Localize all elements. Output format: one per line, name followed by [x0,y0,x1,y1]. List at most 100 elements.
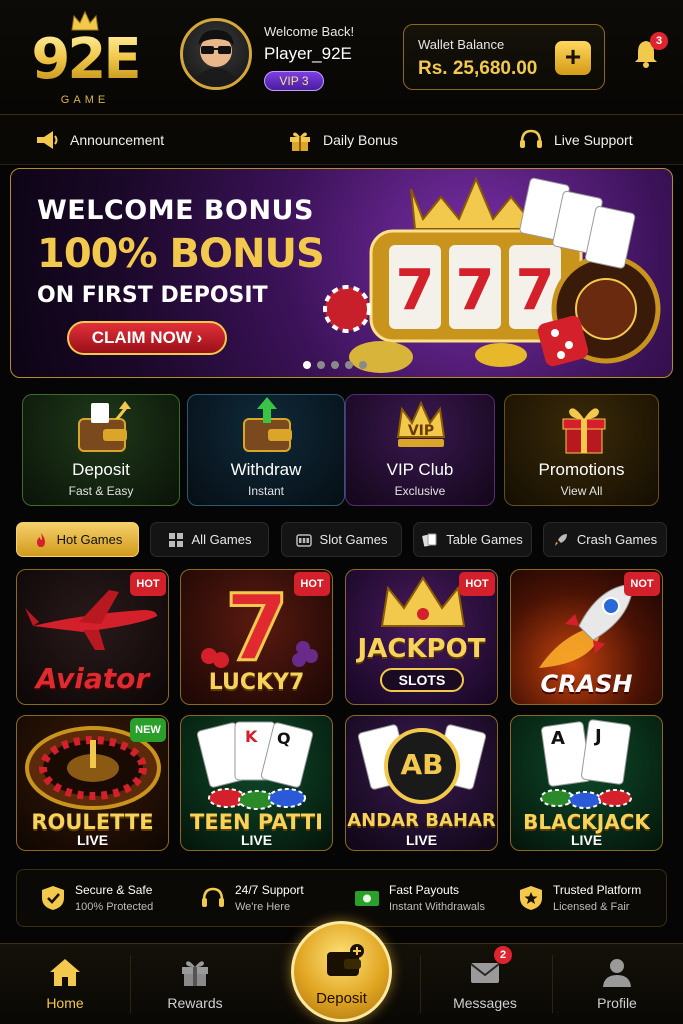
hot-badge: HOT [294,572,330,596]
game-tile-lucky7[interactable]: 7 LUCKY7 HOT [180,569,333,705]
banner-bonus: 100% BONUS [37,231,325,277]
logo-subtitle: GAME [60,94,110,106]
new-badge: NEW [130,718,166,742]
tab-all-games[interactable]: All Games [150,522,269,557]
nav-divider [552,955,553,1013]
wallet-label: Wallet Balance [418,37,505,52]
cash-icon [355,891,379,906]
avatar[interactable] [180,18,252,90]
nav-label: Messages [453,995,517,1011]
tab-label: All Games [191,532,252,547]
tab-label: Slot Games [319,532,388,547]
promotions-title: Promotions [538,460,625,479]
game-name: CRASH [540,670,633,698]
tab-crash-games[interactable]: Crash Games [543,522,667,557]
trust-title: Trusted Platform [553,883,642,897]
game-name: TEEN PATTI [190,810,323,834]
deposit-card[interactable]: Deposit Fast & Easy [22,394,180,506]
claim-now-button[interactable]: CLAIM NOW › [67,321,227,355]
svg-text:Q: Q [277,729,291,748]
vip-club-card[interactable]: VIP VIP Club Exclusive [345,394,495,506]
trust-title: Fast Payouts [389,883,460,897]
support-headset-icon [202,887,224,907]
welcome-text: Welcome Back! [264,24,355,39]
nav-label: Home [46,995,84,1011]
brand-logo[interactable]: 92E GAME [24,8,146,108]
trust-title: Secure & Safe [75,883,153,897]
rocket-icon [554,533,567,546]
trust-subtitle: 100% Protected [75,901,154,913]
nav-profile[interactable]: Profile [552,944,682,1024]
tab-table-games[interactable]: Table Games [413,522,532,557]
airplane-icon [25,590,157,650]
jackpot-crown-icon [380,576,466,627]
daily-bonus-link[interactable]: Daily Bonus [287,115,398,165]
banner-heading: WELCOME BONUS [37,195,314,226]
tab-hot-games[interactable]: Hot Games [16,522,139,557]
nav-messages[interactable]: Messages [420,944,550,1024]
deposit-fab-button[interactable]: Deposit [291,921,392,1022]
game-tile-blackjack[interactable]: A J BLACKJACK LIVE [510,715,663,851]
pagination-dot[interactable] [359,361,367,369]
blackjack-cards-icon: A J [540,719,632,809]
live-label: LIVE [240,832,273,848]
game-badge-text: AB [400,748,444,781]
nav-label: Profile [597,995,637,1011]
game-tile-andar-bahar[interactable]: AB ANDAR BAHAR LIVE [345,715,498,851]
live-label: LIVE [570,832,603,848]
pagination-dot[interactable] [317,361,325,369]
promotions-card[interactable]: Promotions View All [504,394,659,506]
deposit-wallet-icon [327,944,364,976]
svg-text:VIP: VIP [408,423,434,439]
pagination-dot[interactable] [303,361,311,369]
hot-badge: HOT [459,572,495,596]
svg-text:7: 7 [225,578,289,670]
tab-slot-games[interactable]: Slot Games [281,522,402,557]
announcement-label: Announcement [70,132,165,148]
banner-pagination [303,361,367,369]
daily-bonus-label: Daily Bonus [323,132,398,148]
svg-text:J: J [593,726,602,747]
announcement-link[interactable]: Announcement [34,115,164,165]
pagination-dot[interactable] [331,361,339,369]
profile-icon [603,959,631,987]
withdraw-card[interactable]: Withdraw Instant [187,394,345,506]
megaphone-icon [37,131,58,149]
vip-club-subtitle: Exclusive [394,484,446,498]
game-tile-teen-patti[interactable]: K Q TEEN PATTI LIVE [180,715,333,851]
game-tile-jackpot-slots[interactable]: JACKPOT SLOTS HOT [345,569,498,705]
shield-icon [42,886,64,910]
game-tile-roulette[interactable]: ROULETTE LIVE NEW [16,715,169,851]
trust-strip: Secure & Safe 100% Protected 24/7 Suppor… [16,869,667,927]
game-tile-aviator[interactable]: Aviator HOT [16,569,169,705]
game-name: JACKPOT [357,634,486,664]
deposit-title: Deposit [72,460,130,479]
withdraw-subtitle: Instant [247,484,285,498]
vip-crown-icon: VIP [396,400,446,447]
vip-badge[interactable]: VIP 3 [264,71,324,91]
live-support-link[interactable]: Live Support [518,115,633,165]
rewards-gift-icon [182,961,208,986]
svg-text:A: A [551,728,565,749]
fire-icon [36,532,45,547]
add-funds-button[interactable]: + [555,41,591,75]
slot-machine-illustration: 7 7 7 [323,176,661,373]
headset-icon [520,129,542,148]
nav-label: Rewards [167,995,223,1011]
game-name: ROULETTE [31,810,154,834]
player-name: Player_92E [264,44,352,63]
trust-subtitle: We're Here [235,901,291,913]
game-tile-crash[interactable]: CRASH NOT [510,569,663,705]
game-name: Aviator [35,662,150,695]
promo-banner[interactable]: WELCOME BONUS 100% BONUS ON FIRST DEPOSI… [10,168,673,378]
nav-home[interactable]: Home [0,944,130,1024]
nav-rewards[interactable]: Rewards [130,944,260,1024]
gift-icon [290,132,310,151]
logo-text: 92E [24,30,146,90]
game-name: LUCKY7 [208,670,305,695]
wallet-card[interactable]: Wallet Balance Rs. 25,680.00 + [403,24,605,90]
nav-divider [420,955,421,1013]
pagination-dot[interactable] [345,361,353,369]
game-name: BLACKJACK [523,810,650,834]
vip-club-title: VIP Club [386,460,454,479]
